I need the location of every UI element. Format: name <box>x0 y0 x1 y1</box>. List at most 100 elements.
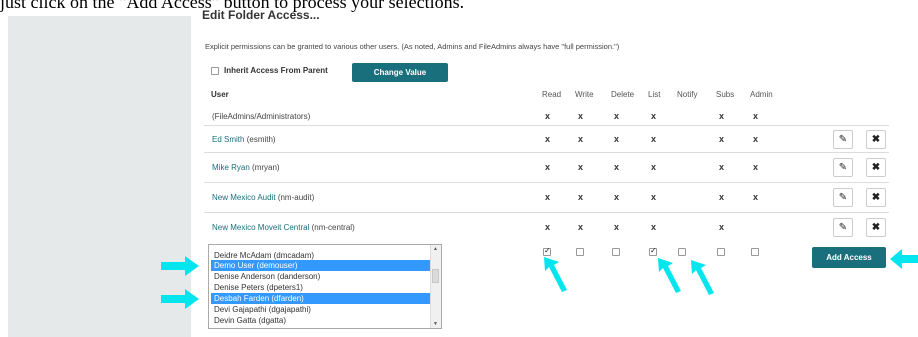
new-perm-checkbox-delete[interactable] <box>612 248 620 256</box>
user-login: (mryan) <box>252 163 280 172</box>
new-perm-checkbox-list[interactable]: ✓ <box>649 246 657 256</box>
permission-row: New Mexico Moveit Central (nm-central) x x… <box>204 212 889 243</box>
edit-button[interactable]: ✎ <box>833 188 853 207</box>
permission-mark-delete: x <box>614 222 620 232</box>
callout-arrow-shape <box>161 256 199 276</box>
callout-arrow-icon <box>691 260 714 295</box>
change-value-button[interactable]: Change Value <box>352 63 448 82</box>
new-perm-checkbox-write[interactable] <box>576 248 584 256</box>
permission-mark-read: x <box>545 162 551 172</box>
edit-folder-access-panel: Edit Folder Access... Explicit permissio… <box>161 0 918 337</box>
permission-mark-list: x <box>651 162 657 172</box>
permission-mark-write: x <box>578 134 584 144</box>
pencil-icon: ✎ <box>838 192 848 203</box>
new-perm-checkbox-subs[interactable] <box>717 248 725 256</box>
close-icon: ✖ <box>871 222 881 233</box>
edit-button[interactable]: ✎ <box>833 218 853 237</box>
callout-arrow-icon <box>161 289 199 309</box>
callout-arrow-shape <box>691 260 714 295</box>
close-icon: ✖ <box>871 192 881 203</box>
scroll-thumb[interactable] <box>432 269 439 283</box>
inherit-access-checkbox[interactable] <box>211 66 219 75</box>
user-option[interactable]: Devi Gajapathi (dgajapathi) <box>211 304 432 315</box>
delete-button[interactable]: ✖ <box>866 218 886 237</box>
user-link[interactable]: Mike Ryan <box>212 163 250 172</box>
user-name: New Mexico Audit (nm-audit) <box>212 193 314 202</box>
permission-mark-list: x <box>651 222 657 232</box>
pencil-icon: ✎ <box>838 134 848 145</box>
new-perm-checkbox-notify[interactable] <box>678 248 686 256</box>
user-link[interactable]: New Mexico Audit <box>212 193 278 202</box>
permission-mark-delete: x <box>614 111 620 121</box>
user-login: (FileAdmins/Administrators) <box>212 112 311 121</box>
column-header-subs: Subs <box>716 90 735 99</box>
permission-row: Mike Ryan (mryan) x x x x x x ✎ ✖ <box>204 152 889 183</box>
callout-arrow-shape <box>658 258 681 293</box>
column-header-list: List <box>648 90 661 99</box>
user-name: (FileAdmins/Administrators) <box>212 112 310 121</box>
list-scrollbar[interactable]: ▲ ▼ <box>430 245 441 328</box>
callout-arrow-icon <box>658 258 681 293</box>
permissions-explanation: Explicit permissions can be granted to v… <box>205 42 620 51</box>
user-option[interactable]: Demo User (demouser) <box>211 260 432 271</box>
close-icon: ✖ <box>871 162 881 173</box>
user-name: Ed Smith (esmith) <box>212 135 276 144</box>
user-option[interactable]: Denise Peters (dpeters1) <box>211 282 432 293</box>
callout-arrow-shape <box>544 257 567 292</box>
user-option[interactable]: Denise Anderson (danderson) <box>211 271 432 282</box>
checkmark-icon: ✓ <box>544 246 551 255</box>
column-header-delete: Delete <box>611 90 635 99</box>
permission-mark-subs: x <box>719 192 725 202</box>
pencil-icon: ✎ <box>838 222 848 233</box>
user-option[interactable]: Desbah Farden (dfarden) <box>211 293 432 304</box>
callout-arrow-icon <box>161 256 199 276</box>
inherit-access-label: Inherit Access From Parent <box>224 66 328 75</box>
permission-mark-delete: x <box>614 134 620 144</box>
callout-arrow-icon <box>544 257 567 292</box>
permission-mark-write: x <box>578 111 584 121</box>
permission-mark-admin: x <box>753 111 759 121</box>
new-perm-checkbox-admin[interactable] <box>751 248 759 256</box>
callout-arrow-shape <box>890 249 918 269</box>
permission-mark-subs: x <box>719 111 725 121</box>
user-login: (nm-central) <box>311 223 355 232</box>
scroll-up-icon[interactable]: ▲ <box>433 246 438 252</box>
permission-mark-write: x <box>578 162 584 172</box>
user-option[interactable]: Devin Gatta (dgatta) <box>211 315 432 326</box>
user-name: New Mexico Moveit Central (nm-central) <box>212 223 355 232</box>
user-link[interactable]: New Mexico Moveit Central <box>212 223 309 232</box>
permission-mark-write: x <box>578 222 584 232</box>
scroll-down-icon[interactable]: ▼ <box>433 321 438 327</box>
permission-mark-subs: x <box>719 222 725 232</box>
edit-button[interactable]: ✎ <box>833 130 853 149</box>
permission-row: (FileAdmins/Administrators) x x x x x x <box>204 110 889 124</box>
add-access-button[interactable]: Add Access <box>812 247 886 268</box>
user-link[interactable]: Ed Smith <box>212 135 244 144</box>
user-login: (nm-audit) <box>277 193 315 202</box>
permission-mark-list: x <box>651 192 657 202</box>
permission-mark-write: x <box>578 192 584 202</box>
pencil-icon: ✎ <box>838 162 848 173</box>
permission-mark-read: x <box>545 134 551 144</box>
callout-arrow-icon <box>890 249 918 269</box>
section-title: Edit Folder Access... <box>202 8 320 22</box>
delete-button[interactable]: ✖ <box>866 130 886 149</box>
permission-row: New Mexico Audit (nm-audit) x x x x x x ✎ ✖ <box>204 182 889 213</box>
close-icon: ✖ <box>871 134 881 145</box>
column-header-admin: Admin <box>750 90 773 99</box>
permission-mark-list: x <box>651 111 657 121</box>
permission-mark-admin: x <box>753 162 759 172</box>
user-login: (esmith) <box>246 135 276 144</box>
permission-mark-admin: x <box>753 134 759 144</box>
permission-row: Ed Smith (esmith) x x x x x x ✎ ✖ <box>204 125 889 153</box>
permission-mark-delete: x <box>614 162 620 172</box>
user-name: Mike Ryan (mryan) <box>212 163 280 172</box>
permission-mark-subs: x <box>719 162 725 172</box>
column-header-read: Read <box>542 90 562 99</box>
user-select-list[interactable]: Deidre McAdam (dmcadam) Demo User (demous… <box>208 244 442 329</box>
delete-button[interactable]: ✖ <box>866 188 886 207</box>
callout-arrow-shape <box>161 289 199 309</box>
delete-button[interactable]: ✖ <box>866 158 886 177</box>
column-header-write: Write <box>575 90 594 99</box>
edit-button[interactable]: ✎ <box>833 158 853 177</box>
